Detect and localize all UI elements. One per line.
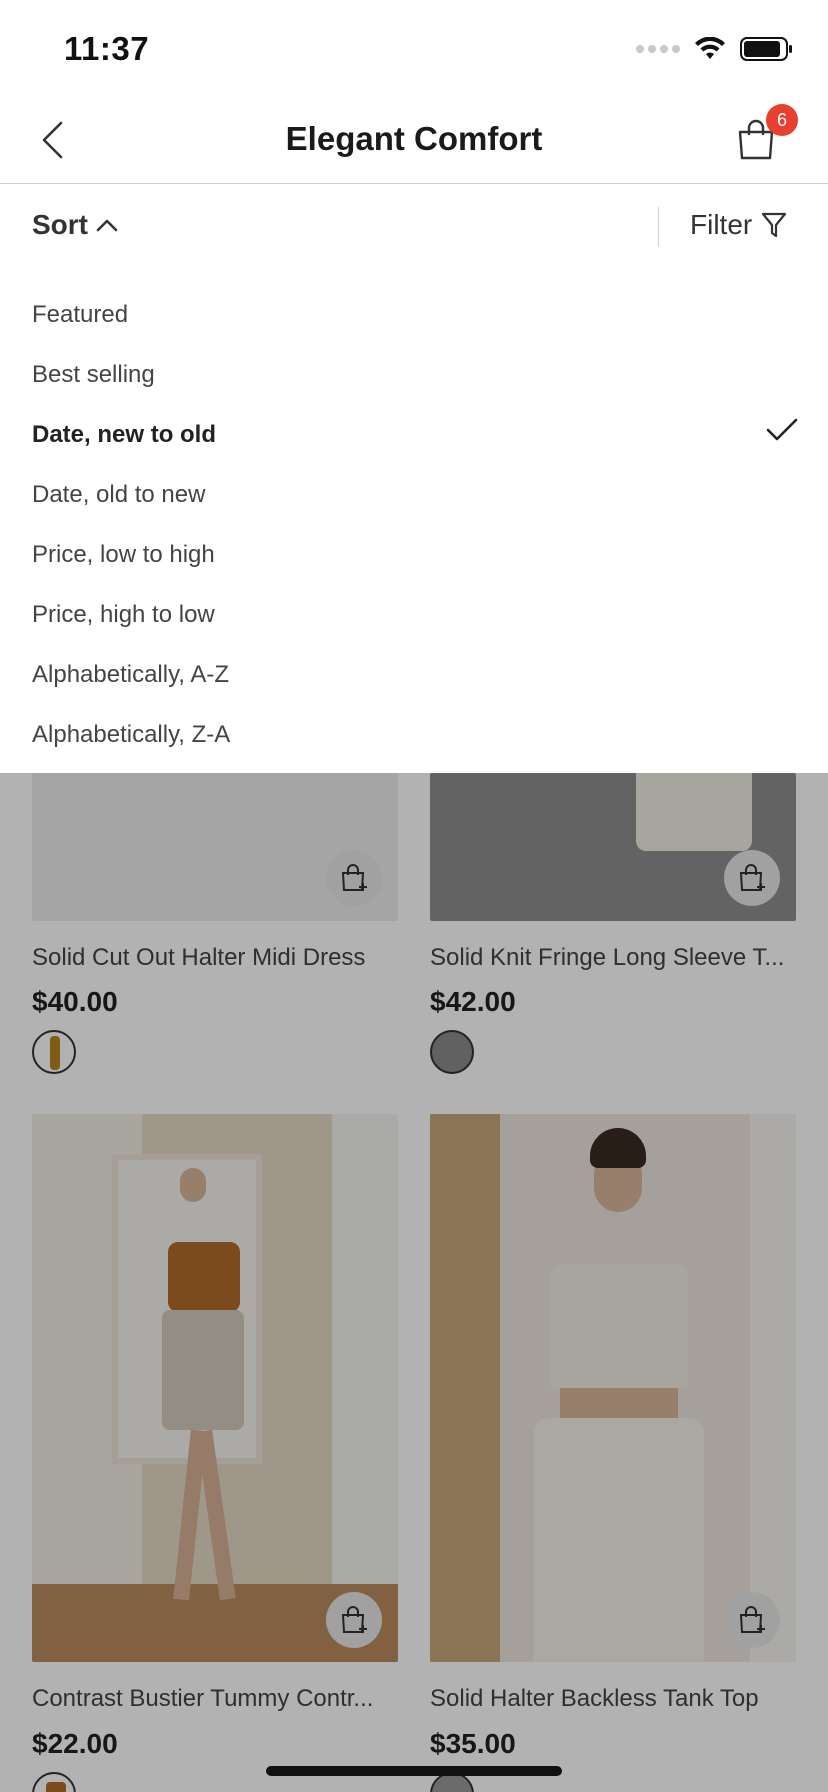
sort-option-label: Date, new to old [32,421,217,448]
sort-dropdown-panel: Sort Filter Featured Best selling Date, … [0,185,828,773]
sort-option-best-selling[interactable]: Best selling [0,345,828,405]
sort-toggle-button[interactable]: Sort [32,209,118,241]
sort-option-label: Featured [32,301,129,328]
filter-button[interactable]: Filter [690,209,788,241]
status-time: 11:37 [64,30,150,67]
sort-options-list: Featured Best selling Date, new to old D… [0,285,828,765]
checkmark-icon [766,418,798,441]
filter-funnel-icon [762,212,787,238]
sort-option-label: Price, low to high [32,541,215,568]
sort-option-label: Best selling [32,361,155,388]
status-icons [636,36,794,62]
sort-option-label: Alphabetically, Z-A [32,721,231,748]
sort-option-price-low-to-high[interactable]: Price, low to high [0,525,828,585]
home-indicator[interactable] [266,1766,562,1776]
page-title: Elegant Comfort [285,120,543,157]
cart-count-badge: 6 [766,104,798,136]
sort-option-price-high-to-low[interactable]: Price, high to low [0,585,828,645]
sort-option-featured[interactable]: Featured [0,285,828,345]
wifi-icon [695,37,725,59]
status-bar: 11:37 [0,0,828,96]
sort-option-label: Price, high to low [32,601,215,628]
sort-option-date-old-to-new[interactable]: Date, old to new [0,465,828,525]
sort-option-label: Alphabetically, A-Z [32,661,229,688]
sort-option-alpha-a-z[interactable]: Alphabetically, A-Z [0,645,828,705]
sort-option-alpha-z-a[interactable]: Alphabetically, Z-A [0,705,828,765]
dim-overlay[interactable] [0,773,828,1792]
cellular-signal-icon [636,45,680,53]
battery-icon [740,37,792,61]
sort-option-label: Date, old to new [32,481,206,508]
sort-label: Sort [32,209,88,240]
chevron-up-icon [96,219,118,232]
filter-label: Filter [690,209,753,240]
sort-option-date-new-to-old[interactable]: Date, new to old [0,405,828,465]
nav-header: Elegant Comfort [0,96,828,184]
toolbar-divider [658,207,659,247]
